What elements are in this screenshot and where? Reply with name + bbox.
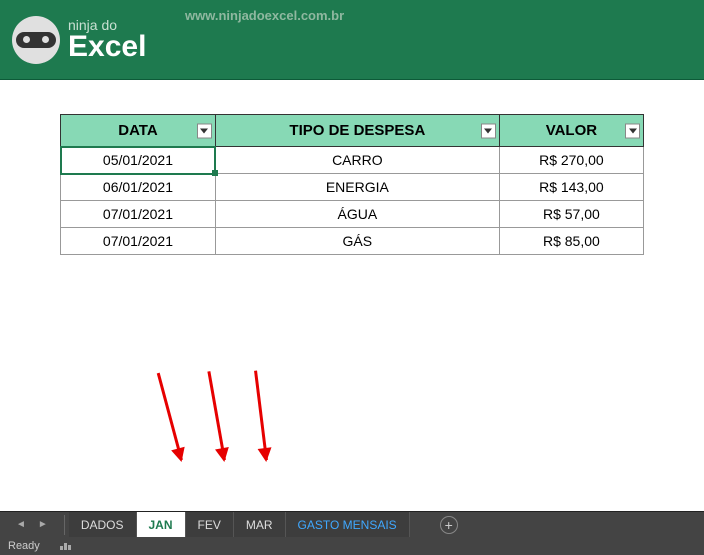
separator	[64, 515, 65, 535]
arrow-icon	[207, 371, 226, 460]
logo-text-big: Excel	[68, 32, 146, 62]
cell[interactable]: 06/01/2021	[61, 174, 216, 201]
header-url: www.ninjadoexcel.com.br	[185, 8, 344, 23]
status-ready: Ready	[8, 540, 40, 552]
sheet-tab-jan[interactable]: JAN	[137, 512, 186, 537]
filter-dropdown-icon[interactable]	[625, 123, 640, 138]
col-header-data[interactable]: DATA	[61, 115, 216, 147]
filter-dropdown-icon[interactable]	[197, 123, 212, 138]
expense-table: DATA TIPO DE DESPESA VALOR 05/01/2021 CA…	[60, 114, 644, 255]
brand-header: ninja do Excel www.ninjadoexcel.com.br	[0, 0, 704, 80]
table-row[interactable]: 05/01/2021 CARRO R$ 270,00	[61, 147, 644, 174]
cell[interactable]: R$ 85,00	[499, 228, 643, 255]
col-header-label: DATA	[118, 122, 157, 139]
sheet-tab-dados[interactable]: DADOS	[69, 512, 137, 537]
arrow-icon	[254, 370, 268, 460]
table-row[interactable]: 07/01/2021 ÁGUA R$ 57,00	[61, 201, 644, 228]
sheet-tab-bar: ◄ ► DADOS JAN FEV MAR GASTO MENSAIS +	[0, 511, 704, 537]
sheet-tab-gasto-mensais[interactable]: GASTO MENSAIS	[286, 512, 410, 537]
ninja-icon	[12, 16, 60, 64]
cell[interactable]: CARRO	[215, 147, 499, 174]
sheet-nav: ◄ ►	[0, 519, 64, 530]
sheet-tab-mar[interactable]: MAR	[234, 512, 286, 537]
cell[interactable]: R$ 57,00	[499, 201, 643, 228]
col-header-label: VALOR	[546, 122, 597, 139]
cell[interactable]: R$ 143,00	[499, 174, 643, 201]
table-row[interactable]: 06/01/2021 ENERGIA R$ 143,00	[61, 174, 644, 201]
cell[interactable]: 07/01/2021	[61, 201, 216, 228]
cell[interactable]: R$ 270,00	[499, 147, 643, 174]
cell[interactable]: 07/01/2021	[61, 228, 216, 255]
fill-handle-icon[interactable]	[212, 170, 218, 176]
cell-selected[interactable]: 05/01/2021	[61, 147, 216, 174]
macro-record-icon[interactable]	[60, 543, 71, 550]
col-header-label: TIPO DE DESPESA	[289, 122, 425, 139]
arrow-icon	[157, 373, 183, 461]
status-bar: Ready	[0, 537, 704, 555]
col-header-valor[interactable]: VALOR	[499, 115, 643, 147]
cell[interactable]: GÁS	[215, 228, 499, 255]
filter-dropdown-icon[interactable]	[481, 123, 496, 138]
logo: ninja do Excel	[12, 16, 146, 64]
sheet-tab-fev[interactable]: FEV	[186, 512, 234, 537]
cell[interactable]: ENERGIA	[215, 174, 499, 201]
col-header-tipo[interactable]: TIPO DE DESPESA	[215, 115, 499, 147]
add-sheet-button[interactable]: +	[440, 516, 458, 534]
sheet-nav-next-icon[interactable]: ►	[38, 519, 48, 530]
sheet-nav-prev-icon[interactable]: ◄	[16, 519, 26, 530]
sheet-tabs: DADOS JAN FEV MAR GASTO MENSAIS	[69, 512, 410, 537]
cell[interactable]: ÁGUA	[215, 201, 499, 228]
table-row[interactable]: 07/01/2021 GÁS R$ 85,00	[61, 228, 644, 255]
worksheet-area[interactable]: DATA TIPO DE DESPESA VALOR 05/01/2021 CA…	[0, 80, 704, 255]
